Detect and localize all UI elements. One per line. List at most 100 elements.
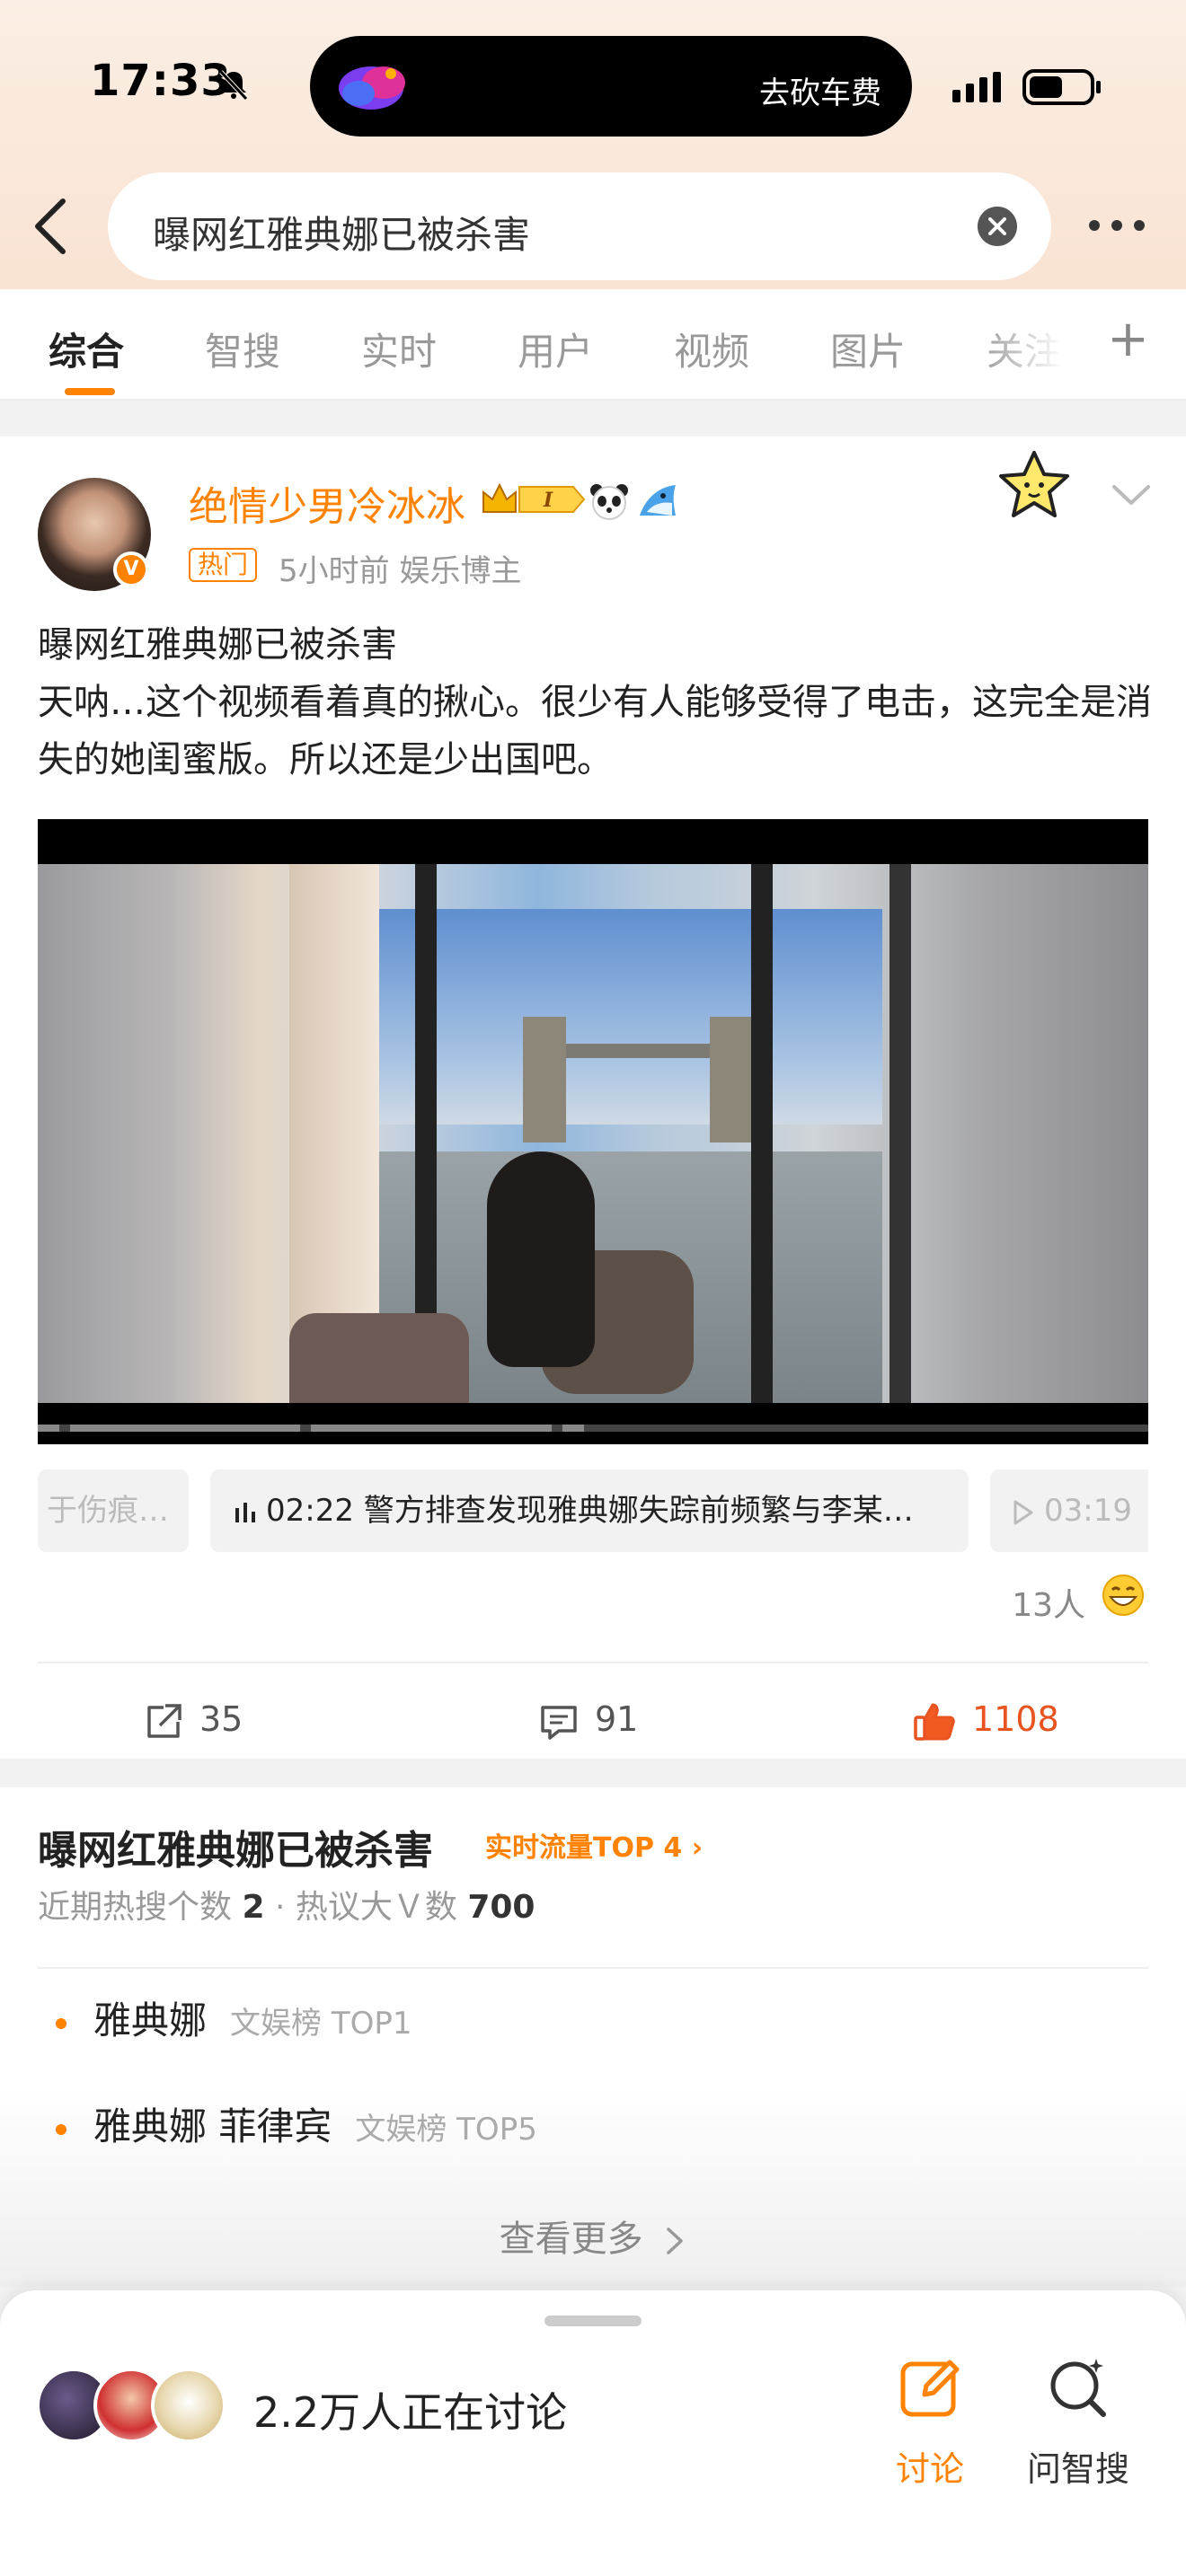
- tab-comprehensive[interactable]: 综合: [49, 322, 124, 376]
- topic-stats: 近期热搜个数 2 · 热议大Ｖ数 700: [38, 1881, 535, 1928]
- post-title: 曝网红雅典娜已被杀害: [38, 624, 397, 666]
- dynamic-island[interactable]: 去砍车费: [310, 36, 912, 137]
- post-body: 天呐…这个视频看着真的揪心。很少有人能够受得了电击，这完全是消失的她闺蜜版。所以…: [38, 682, 1152, 781]
- divider: [38, 1967, 1148, 1969]
- laughing-emoji-icon: [1102, 1575, 1144, 1616]
- chapter-item[interactable]: 于伤痕…: [38, 1469, 189, 1552]
- ask-label: 问智搜: [1026, 2449, 1129, 2489]
- shark-icon: [640, 485, 676, 516]
- search-tabs: 综合 智搜 实时 用户 视频 图片 关注 +: [0, 289, 1186, 401]
- smart-search-icon: [1050, 2359, 1106, 2417]
- discuss-button[interactable]: 讨论: [890, 2355, 970, 2499]
- back-arrow-icon[interactable]: [23, 190, 74, 262]
- viewers-count: 13人: [1012, 1587, 1085, 1624]
- video-window-frame: [751, 864, 773, 1403]
- bullet-dot: [56, 2123, 66, 2135]
- tab-videos[interactable]: 视频: [674, 322, 749, 376]
- discussion-count: 2.2万人正在讨论: [253, 2388, 568, 2437]
- comment-icon: [541, 1705, 577, 1740]
- panda-icon: [590, 484, 628, 520]
- video-tower-right: [710, 1017, 753, 1142]
- hot-search-count: 2: [242, 1889, 265, 1926]
- post-category: 娱乐博主: [399, 553, 522, 589]
- chapter-item[interactable]: 03:19: [990, 1469, 1148, 1552]
- tab-users[interactable]: 用户: [518, 322, 593, 376]
- rank-item-tag: 文娱榜 TOP1: [230, 2006, 412, 2042]
- topic-badge-label: 实时流量TOP 4: [485, 1832, 683, 1864]
- search-query: 曝网红雅典娜已被杀害: [153, 213, 531, 257]
- topic-card: 曝网红雅典娜已被杀害 实时流量TOP 4 › 近期热搜个数 2 · 热议大Ｖ数 …: [0, 1787, 1186, 2287]
- bell-muted-icon: [219, 70, 248, 101]
- topic-rank-item[interactable]: 雅典娜 文娱榜 TOP1: [38, 1990, 412, 2045]
- stats-label: 近期热搜个数: [38, 1889, 233, 1926]
- chapter-label: 02:22 警方排查发现雅典娜失踪前频繁与李某…: [266, 1493, 914, 1529]
- progress-segment: [311, 1425, 552, 1432]
- clock-time: 17:33: [90, 56, 232, 106]
- active-tab-indicator: [65, 388, 115, 395]
- video-sky: [379, 909, 882, 1125]
- post-meta: 5小时前 娱乐博主: [279, 546, 521, 590]
- video-bridge: [566, 1044, 710, 1058]
- video-thumbnail: [38, 864, 1148, 1403]
- video-figure-hair: [487, 1151, 595, 1367]
- tab-images[interactable]: 图片: [830, 322, 906, 376]
- comment-count: 91: [595, 1699, 639, 1739]
- see-more-button[interactable]: 查看更多: [0, 2210, 1186, 2262]
- video-chair: [289, 1313, 469, 1403]
- rank-item-name: 雅典娜 菲律宾: [93, 2104, 332, 2148]
- repost-button[interactable]: 35: [144, 1692, 243, 1746]
- divider: [38, 1662, 1148, 1663]
- chevron-right-icon: ›: [691, 1832, 704, 1864]
- rank-item-tag: 文娱榜 TOP5: [355, 2112, 537, 2148]
- chevron-right-icon: [667, 2228, 684, 2254]
- repost-icon: [147, 1703, 181, 1738]
- bullet-dot: [56, 2017, 66, 2029]
- tab-smart-search[interactable]: 智搜: [205, 322, 280, 376]
- tabs-fade: [979, 289, 1078, 397]
- like-button[interactable]: 1108: [913, 1692, 1059, 1746]
- post-username[interactable]: 绝情少男冷冰冰: [189, 474, 465, 532]
- level-text: I: [543, 489, 553, 512]
- topic-rank-badge[interactable]: 实时流量TOP 4 ›: [485, 1825, 703, 1865]
- video-progress-bar[interactable]: [38, 1425, 1148, 1432]
- post-time: 5小时前: [279, 553, 390, 589]
- avatar: [151, 2368, 226, 2443]
- add-tab-icon[interactable]: +: [1107, 314, 1149, 365]
- discussion-bottom-sheet: 2.2万人正在讨论 讨论 问智搜: [0, 2290, 1186, 2576]
- island-text: 去砍车费: [759, 75, 881, 111]
- video-tower-left: [523, 1017, 566, 1142]
- app-logo-icon: [339, 66, 405, 110]
- stats-label: · 热议大Ｖ数: [274, 1889, 457, 1926]
- video-player[interactable]: [38, 819, 1148, 1444]
- video-chapters: 于伤痕… 02:22 警方排查发现雅典娜失踪前频繁与李某… 03:19: [38, 1469, 1148, 1556]
- more-options-icon[interactable]: [1087, 212, 1146, 239]
- chapter-item[interactable]: 02:22 警方排查发现雅典娜失踪前频繁与李某…: [210, 1469, 969, 1552]
- repost-count: 35: [199, 1699, 243, 1739]
- chapter-label: 于伤痕…: [47, 1493, 169, 1529]
- comment-button[interactable]: 91: [539, 1692, 638, 1746]
- progress-segment: [70, 1425, 300, 1432]
- topic-rank-item[interactable]: 雅典娜 菲律宾 文娱榜 TOP5: [38, 2096, 537, 2151]
- ask-smart-search-button[interactable]: 问智搜: [1015, 2355, 1141, 2499]
- hot-tag: 热门: [189, 548, 258, 582]
- topic-title[interactable]: 曝网红雅典娜已被杀害: [38, 1818, 433, 1875]
- battery-icon: [1022, 69, 1101, 105]
- status-bar: 17:33 去砍车费: [0, 0, 1186, 171]
- sheet-drag-handle[interactable]: [544, 2316, 642, 2326]
- playing-bars-icon: [235, 1502, 255, 1522]
- chevron-down-icon[interactable]: [1111, 481, 1152, 508]
- thumbs-up-icon: [914, 1703, 955, 1741]
- rank-item-name: 雅典娜: [93, 1998, 208, 2042]
- cellular-signal-icon: [952, 72, 1001, 102]
- like-count: 1108: [972, 1699, 1059, 1739]
- edit-icon: [900, 2360, 960, 2417]
- crown-level-icon: I: [482, 482, 586, 513]
- big-v-count: 700: [467, 1889, 535, 1926]
- progress-segment: [562, 1425, 584, 1432]
- play-icon: [1013, 1500, 1033, 1524]
- search-input[interactable]: 曝网红雅典娜已被杀害: [108, 172, 1051, 280]
- star-mascot-icon[interactable]: [997, 449, 1071, 521]
- tab-realtime[interactable]: 实时: [361, 322, 437, 376]
- video-window-frame: [890, 864, 911, 1403]
- clear-icon[interactable]: [978, 207, 1017, 246]
